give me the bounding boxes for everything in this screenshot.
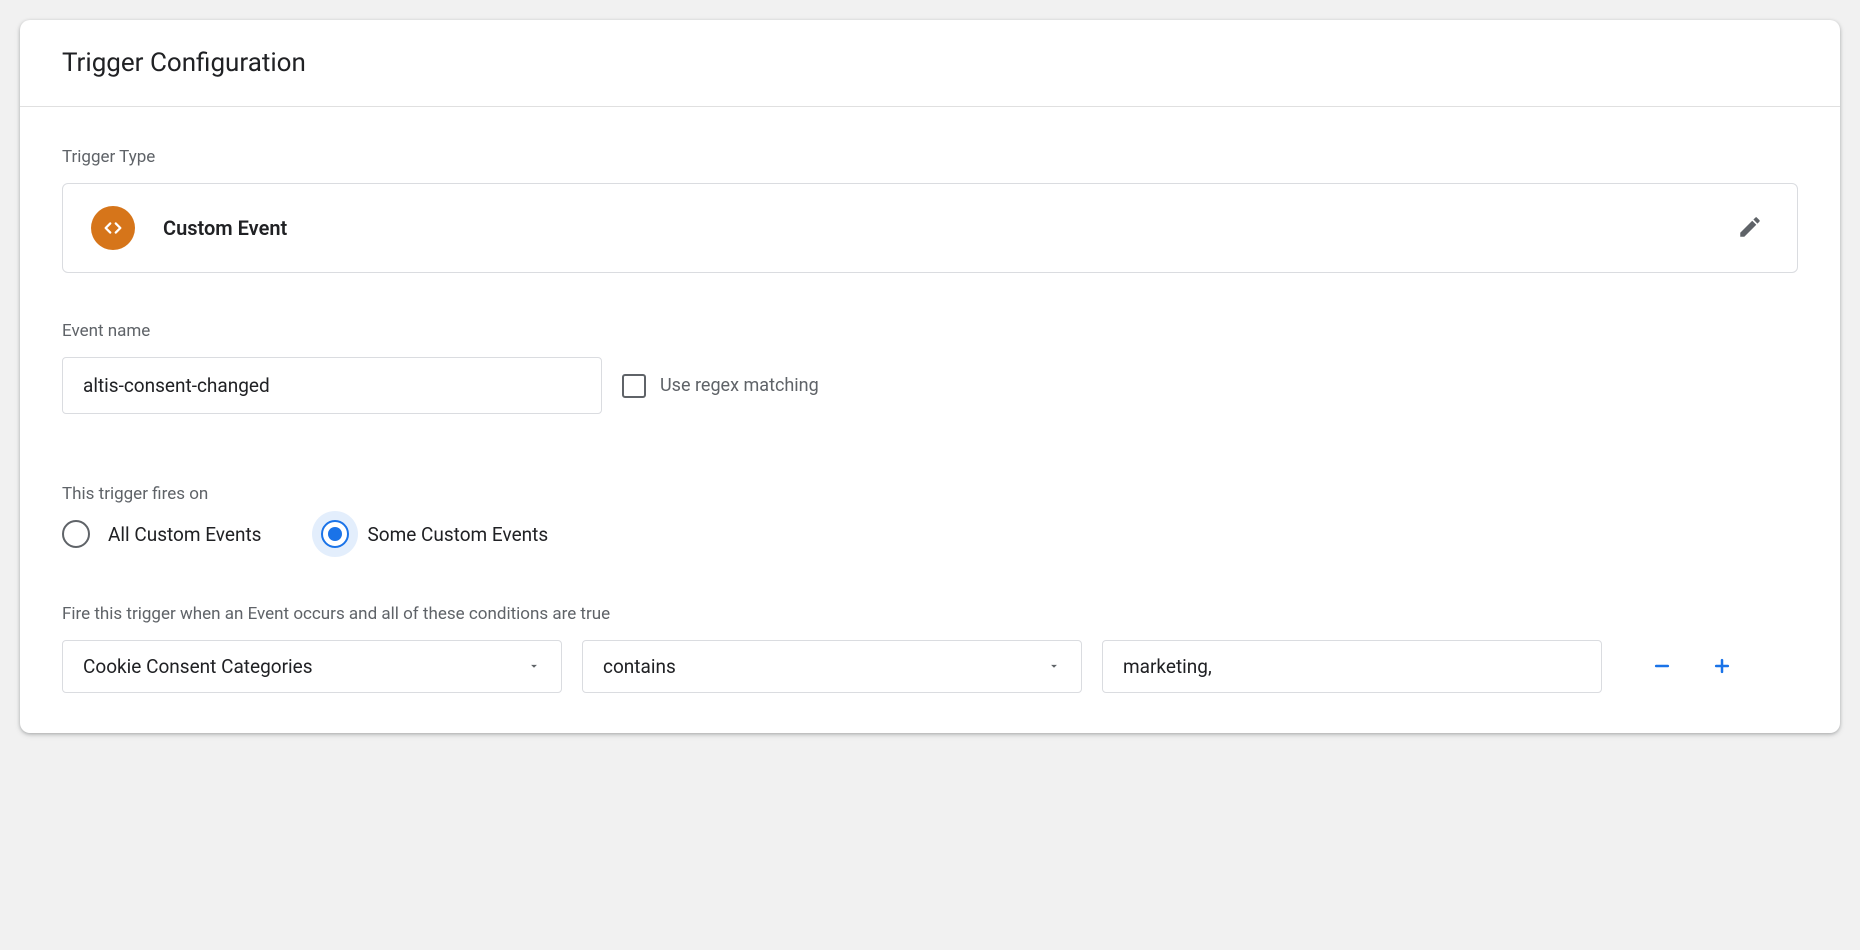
card-title: Trigger Configuration xyxy=(62,48,1798,78)
event-name-input[interactable] xyxy=(62,357,602,414)
condition-variable-value: Cookie Consent Categories xyxy=(83,655,313,678)
condition-operator-dropdown[interactable]: contains xyxy=(582,640,1082,693)
regex-checkbox[interactable] xyxy=(622,374,646,398)
conditions-label: Fire this trigger when an Event occurs a… xyxy=(62,604,1798,624)
regex-checkbox-wrap[interactable]: Use regex matching xyxy=(622,374,819,398)
radio-dot-icon xyxy=(328,527,342,541)
trigger-type-label: Trigger Type xyxy=(62,147,1798,167)
radio-unchecked-icon xyxy=(62,520,90,548)
radio-all-label: All Custom Events xyxy=(108,523,261,546)
trigger-type-left: Custom Event xyxy=(91,206,287,250)
caret-down-icon xyxy=(1047,655,1061,678)
radio-some-label: Some Custom Events xyxy=(367,523,548,546)
regex-checkbox-label: Use regex matching xyxy=(660,375,819,396)
trigger-type-name: Custom Event xyxy=(163,216,287,240)
fires-on-label: This trigger fires on xyxy=(62,484,1798,504)
add-condition-button[interactable] xyxy=(1702,647,1742,687)
condition-operator-value: contains xyxy=(603,655,676,678)
custom-event-icon xyxy=(91,206,135,250)
minus-icon xyxy=(1652,651,1672,683)
trigger-type-row[interactable]: Custom Event xyxy=(62,183,1798,273)
card-header: Trigger Configuration xyxy=(20,20,1840,107)
condition-row: Cookie Consent Categories contains xyxy=(62,640,1798,693)
fires-on-radio-group: All Custom Events Some Custom Events xyxy=(62,520,1798,548)
radio-some-custom-events[interactable]: Some Custom Events xyxy=(321,520,548,548)
event-name-row: Use regex matching xyxy=(62,357,1798,414)
radio-checked-icon xyxy=(321,520,349,548)
radio-all-custom-events[interactable]: All Custom Events xyxy=(62,520,261,548)
condition-value-input[interactable] xyxy=(1102,640,1602,693)
event-name-label: Event name xyxy=(62,321,1798,341)
caret-down-icon xyxy=(527,655,541,678)
card-body: Trigger Type Custom Event Eve xyxy=(20,107,1840,733)
condition-variable-dropdown[interactable]: Cookie Consent Categories xyxy=(62,640,562,693)
remove-condition-button[interactable] xyxy=(1642,647,1682,687)
plus-icon xyxy=(1712,651,1732,683)
edit-trigger-type-button[interactable] xyxy=(1731,208,1769,249)
pencil-icon xyxy=(1737,214,1763,243)
trigger-config-card: Trigger Configuration Trigger Type Custo… xyxy=(20,20,1840,733)
